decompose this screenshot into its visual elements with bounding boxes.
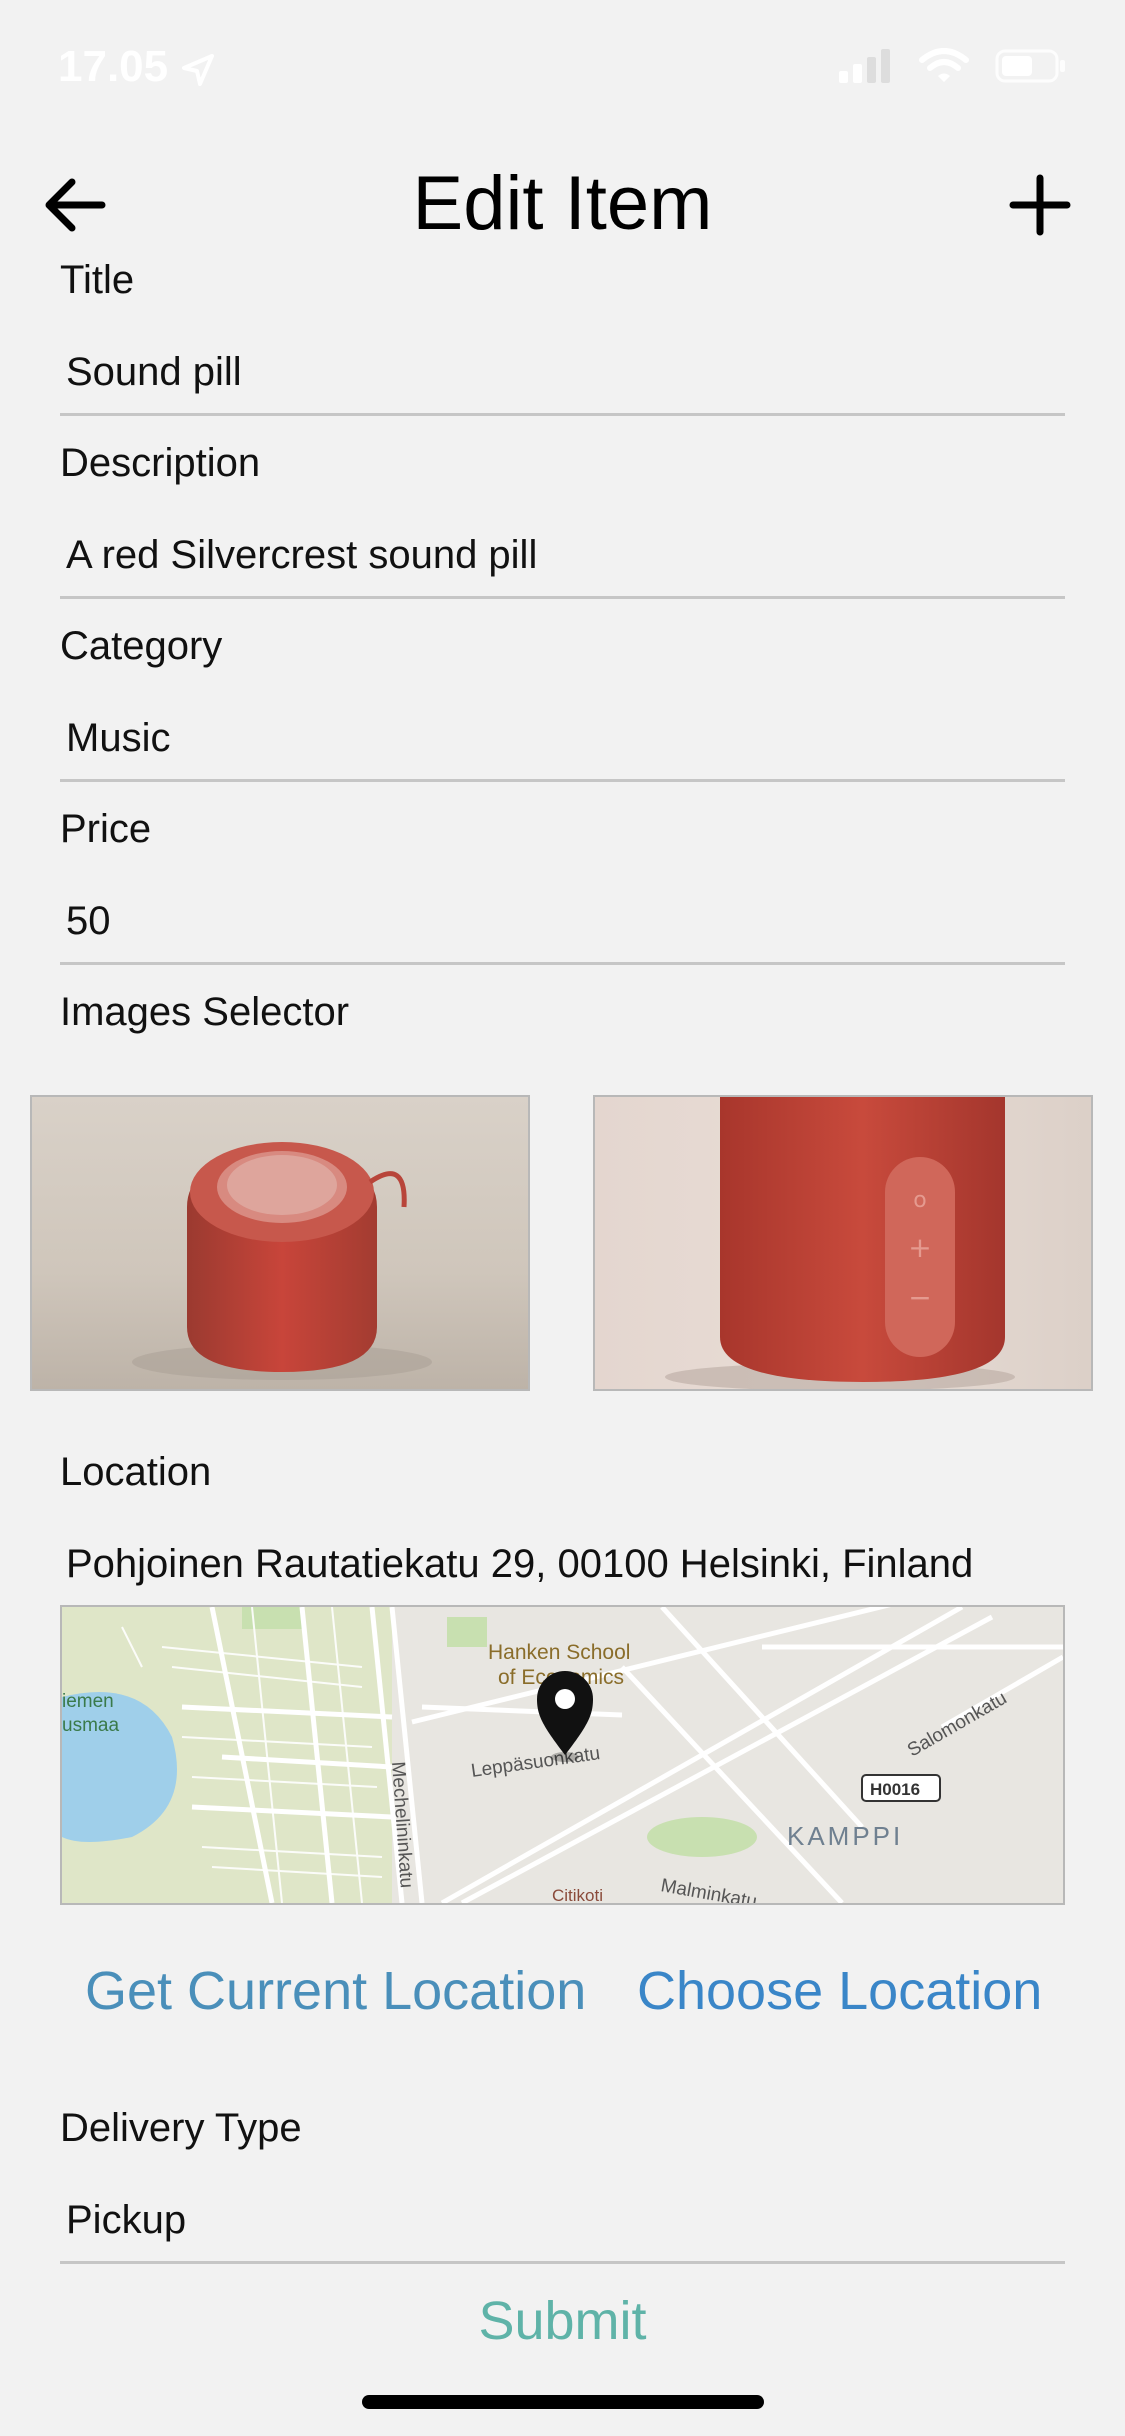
delivery-type-label: Delivery Type bbox=[60, 2106, 302, 2150]
delivery-type-input[interactable]: Pickup bbox=[66, 2198, 186, 2243]
map-label-kamppi: KAMPPI bbox=[787, 1821, 903, 1851]
location-map[interactable]: Hanken School of Economics Leppäsuonkatu… bbox=[60, 1605, 1065, 1905]
add-button[interactable] bbox=[1005, 170, 1085, 240]
home-indicator bbox=[362, 2395, 764, 2409]
plus-icon bbox=[1009, 174, 1071, 236]
status-time: 17.05 bbox=[58, 42, 169, 91]
map-canvas: Hanken School of Economics Leppäsuonkatu… bbox=[62, 1607, 1063, 1903]
svg-text:o: o bbox=[913, 1188, 926, 1213]
price-underline bbox=[60, 962, 1065, 965]
page-title: Edit Item bbox=[412, 161, 713, 246]
title-input[interactable]: Sound pill bbox=[66, 350, 242, 395]
battery-icon bbox=[995, 49, 1065, 83]
category-label: Category bbox=[60, 624, 223, 668]
images-selector-label: Images Selector bbox=[60, 990, 350, 1034]
location-label: Location bbox=[60, 1450, 212, 1494]
location-arrow-icon bbox=[182, 54, 214, 86]
red-speaker-top-view-image bbox=[32, 1097, 528, 1389]
nav-bar: Edit Item bbox=[0, 150, 1125, 260]
delivery-type-underline bbox=[60, 2261, 1065, 2264]
status-bar: 17.05 bbox=[0, 0, 1125, 140]
choose-location-button[interactable]: Choose Location bbox=[637, 1960, 1042, 2022]
map-label-lapinlahti: iemen bbox=[62, 1691, 114, 1712]
map-label-citikoti: Citikoti bbox=[552, 1886, 603, 1903]
category-input[interactable]: Music bbox=[66, 716, 170, 761]
price-label: Price bbox=[60, 807, 152, 851]
red-speaker-side-view-image: o + − bbox=[595, 1097, 1091, 1389]
description-input[interactable]: A red Silvercrest sound pill bbox=[66, 533, 537, 578]
submit-button[interactable]: Submit bbox=[0, 2290, 1125, 2352]
map-label-hanken: Hanken School bbox=[488, 1641, 630, 1664]
price-input[interactable]: 50 bbox=[66, 899, 111, 944]
image-thumbnail-2[interactable]: o + − bbox=[593, 1095, 1093, 1391]
get-current-location-button[interactable]: Get Current Location bbox=[85, 1960, 586, 2022]
map-label-lapinlahti2: usmaa bbox=[62, 1715, 119, 1736]
image-thumbnail-1[interactable] bbox=[30, 1095, 530, 1391]
svg-text:−: − bbox=[908, 1281, 931, 1314]
signal-icon bbox=[839, 49, 890, 83]
map-label-bus-stop: H0016 bbox=[870, 1780, 920, 1799]
svg-text:+: + bbox=[908, 1231, 931, 1264]
wifi-icon bbox=[919, 48, 969, 82]
description-label: Description bbox=[60, 441, 261, 485]
title-underline bbox=[60, 413, 1065, 416]
title-label: Title bbox=[60, 258, 135, 302]
location-address[interactable]: Pohjoinen Rautatiekatu 29, 00100 Helsink… bbox=[66, 1542, 973, 1587]
category-underline bbox=[60, 779, 1065, 782]
description-underline bbox=[60, 596, 1065, 599]
